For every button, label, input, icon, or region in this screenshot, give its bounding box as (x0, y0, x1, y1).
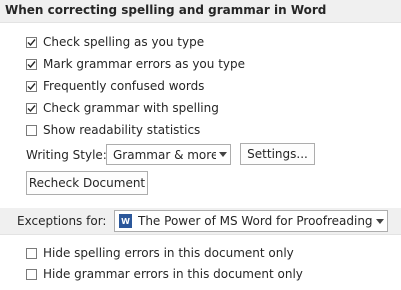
checkbox-hide-spelling-errors[interactable] (26, 247, 37, 259)
checkbox-check-spelling[interactable] (26, 36, 37, 48)
writing-style-label: Writing Style: (26, 148, 107, 162)
settings-button[interactable]: Settings... (240, 143, 315, 165)
recheck-document-button[interactable]: Recheck Document (26, 171, 148, 195)
exceptions-document-dropdown[interactable]: W The Power of MS Word for Proofreading.… (114, 210, 388, 232)
option-label: Frequently confused words (43, 79, 205, 93)
checkmark-icon (27, 104, 36, 112)
checkbox-hide-grammar-errors[interactable] (26, 268, 37, 280)
option-confused-words[interactable]: Frequently confused words (26, 77, 204, 95)
option-hide-grammar-errors[interactable]: Hide grammar errors in this document onl… (26, 265, 303, 283)
checkbox-confused-words[interactable] (26, 80, 37, 92)
section-title: When correcting spelling and grammar in … (5, 3, 327, 17)
option-readability[interactable]: Show readability statistics (26, 121, 200, 139)
spelling-grammar-section-header: When correcting spelling and grammar in … (0, 0, 401, 23)
checkbox-grammar-with-spelling[interactable] (26, 102, 37, 114)
checkbox-readability[interactable] (26, 124, 37, 136)
word-document-icon: W (119, 214, 132, 228)
exceptions-document-value: The Power of MS Word for Proofreading... (138, 214, 373, 228)
checkmark-icon (27, 60, 36, 68)
option-label: Mark grammar errors as you type (43, 57, 245, 71)
chevron-down-icon (373, 218, 387, 224)
checkmark-icon (27, 38, 36, 46)
option-grammar-with-spelling[interactable]: Check grammar with spelling (26, 99, 219, 117)
option-check-spelling[interactable]: Check spelling as you type (26, 33, 204, 51)
checkbox-mark-grammar[interactable] (26, 58, 37, 70)
option-label: Hide spelling errors in this document on… (43, 246, 294, 260)
chevron-down-icon (216, 152, 230, 157)
option-label: Check spelling as you type (43, 35, 205, 49)
writing-style-dropdown[interactable]: Grammar & more (106, 144, 231, 165)
writing-style-value: Grammar & more (113, 147, 216, 162)
exceptions-label: Exceptions for: (17, 214, 107, 228)
option-label: Show readability statistics (43, 123, 201, 137)
option-label: Hide grammar errors in this document onl… (43, 267, 303, 281)
option-label: Check grammar with spelling (43, 101, 219, 115)
option-hide-spelling-errors[interactable]: Hide spelling errors in this document on… (26, 244, 294, 262)
option-mark-grammar[interactable]: Mark grammar errors as you type (26, 55, 245, 73)
checkmark-icon (27, 82, 36, 90)
exceptions-section-header: Exceptions for: W The Power of MS Word f… (0, 208, 401, 235)
